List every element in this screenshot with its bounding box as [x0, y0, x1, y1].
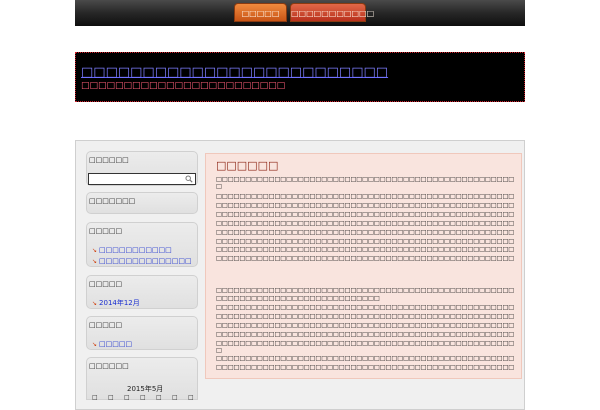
- search-input[interactable]: [88, 173, 196, 185]
- recent-post-label: □□□□□□□□□□□□□□: [99, 257, 192, 265]
- post-paragraph-line: □□□□□□□□□□□□□□□□□□□□□□□□□□□□□□□□□□□□□□□□…: [216, 304, 514, 311]
- post-paragraph-line: □□□□□□□□□□□□□□□□□□□□□□□□□□□□□□□□□□□□□□□□…: [216, 202, 514, 209]
- post-paragraph-line: □□□□□□□□□□□□□□□□□□□□□□□□□□□□□□□□□□□□□□□□…: [216, 193, 514, 200]
- post-paragraph-line: □□□□□□□□□□□□□□□□□□□□□□□□□□□□□□□□□□□□□□□□…: [216, 246, 514, 253]
- post-title[interactable]: □□□□□□: [216, 159, 278, 172]
- post-paragraph-line: □□□□□□□□□□□□□□□□□□□□□□□□□□□□□□□□□□□□□□□□…: [216, 322, 514, 329]
- widget-title-search: □□□□□□: [89, 156, 129, 164]
- post-paragraph-line: □: [216, 183, 222, 190]
- post-paragraph-line: □□□□□□□□□□□□□□□□□□□□□□□□□□□□□□□□□□□□□□□□…: [216, 211, 514, 218]
- post-paragraph-line: □□□□□□□□□□□□□□□□□□□□□□□□□□□□□□□□□□□□□□□□…: [216, 238, 514, 245]
- widget-title-categories: □□□□□: [89, 321, 123, 329]
- post-paragraph-line: □□□□□□□□□□□□□□□□□□□□□□□□□□□□□□□□□□□□□□□□…: [216, 176, 514, 183]
- arrow-icon: ↘: [92, 300, 98, 307]
- site-description: □□□□□□□□□□□□□□□□□□□□□□□□: [81, 81, 286, 91]
- arrow-icon: ↘: [92, 258, 98, 265]
- post-paragraph-line: □□□□□□□□□□□□□□□□□□□□□□□□□□□□□□□□□□□□□□□□…: [216, 220, 514, 227]
- post-paragraph-line: □: [216, 347, 222, 354]
- archive-link[interactable]: ↘ 2014年12月: [92, 298, 140, 308]
- search-widget: □□□□□□: [86, 151, 198, 186]
- widget-title-calendar: □□□□□□: [89, 362, 129, 370]
- site-header: □□□□□□□□□□□□□□□□□□□□□□□□□ □□□□□□□□□□□□□□…: [75, 52, 525, 102]
- post-paragraph-line: □□□□□□□□□□□□□□□□□□□□□□□□□□□□□□□□□□□□□□□□…: [216, 255, 514, 262]
- post-paragraph-line: □□□□□□□□□□□□□□□□□□□□□□□□□□□□□□□□□□□□□□□□…: [216, 340, 514, 347]
- widget-title-recent-posts: □□□□□: [89, 227, 123, 235]
- recent-widget: □□□□□□□: [86, 192, 198, 214]
- post-paragraph-line: □□□□□□□□□□□□□□□□□□□□□□□□□□□□□□□□□□□□□□□□…: [216, 313, 514, 320]
- widget-title-archives: □□□□□: [89, 280, 123, 288]
- recent-post-link[interactable]: ↘ □□□□□□□□□□□□□□: [92, 257, 192, 265]
- top-nav-bar: □□□□□ □□□□□□□□□□□: [75, 0, 525, 26]
- nav-tab-about[interactable]: □□□□□□□□□□□: [290, 3, 374, 22]
- archive-label: 2014年12月: [99, 299, 140, 307]
- arrow-icon: ↘: [92, 247, 98, 254]
- nav-tab-home[interactable]: □□□□□: [234, 3, 287, 22]
- post-paragraph-line: □□□□□□□□□□□□□□□□□□□□□□□□□□□□□□□□□□□□□□□□…: [216, 229, 514, 236]
- recent-post-link[interactable]: ↘ □□□□□□□□□□□: [92, 246, 172, 254]
- post-paragraph-line: □□□□□□□□□□□□□□□□□□□□□□□□□□□□□□□□□□□□□□□□…: [216, 364, 514, 371]
- recent-post-label: □□□□□□□□□□□: [99, 246, 172, 254]
- category-label: □□□□□: [99, 340, 133, 348]
- widget-title-recent: □□□□□□□: [89, 197, 136, 205]
- post-paragraph-line: □□□□□□□□□□□□□□□□□□□□□□□□□□□□: [216, 295, 380, 302]
- search-icon[interactable]: [185, 175, 193, 183]
- post-paragraph-line: □□□□□□□□□□□□□□□□□□□□□□□□□□□□□□□□□□□□□□□□…: [216, 355, 514, 362]
- calendar-month: 2015年5月: [127, 385, 164, 393]
- post-article: □□□□□□ □□□□□□□□□□□□□□□□□□□□□□□□□□□□□□□□□…: [205, 153, 522, 379]
- post-paragraph-line: □□□□□□□□□□□□□□□□□□□□□□□□□□□□□□□□□□□□□□□□…: [216, 331, 514, 338]
- post-paragraph-line: □□□□□□□□□□□□□□□□□□□□□□□□□□□□□□□□□□□□□□□□…: [216, 287, 514, 294]
- site-title[interactable]: □□□□□□□□□□□□□□□□□□□□□□□□□: [81, 65, 388, 80]
- arrow-icon: ↘: [92, 341, 98, 348]
- category-link[interactable]: ↘ □□□□□: [92, 340, 132, 348]
